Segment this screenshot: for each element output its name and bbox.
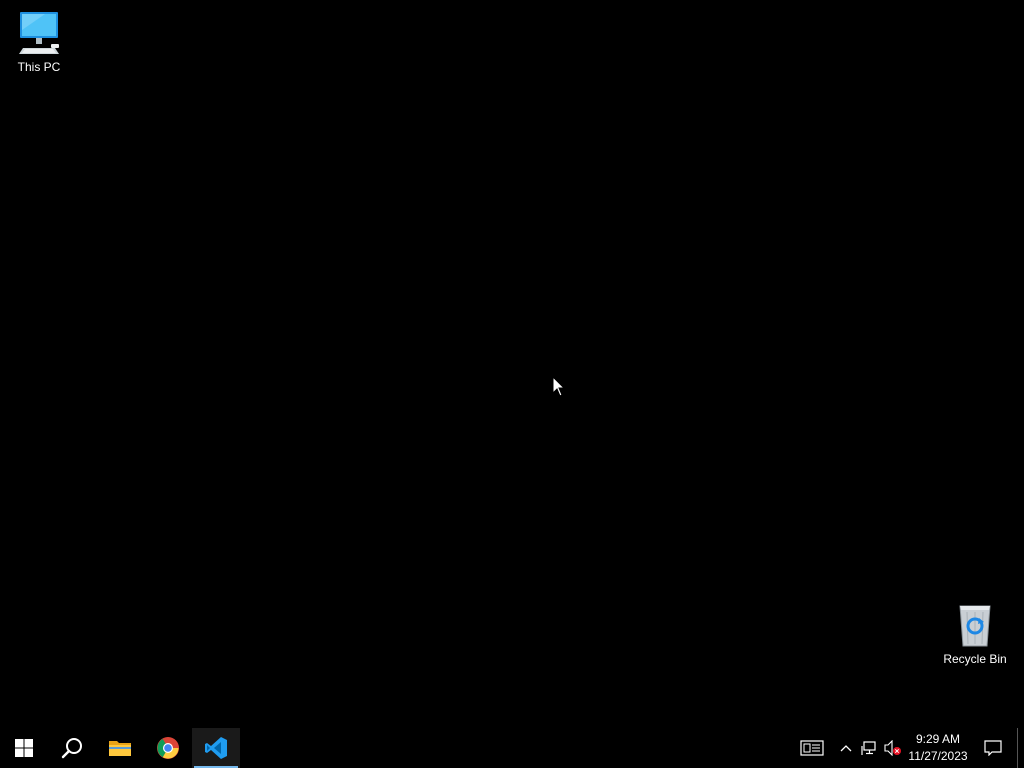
vscode-button[interactable] — [192, 728, 240, 768]
chrome-button[interactable] — [144, 728, 192, 768]
folder-icon — [109, 741, 131, 756]
taskbar: 9:29 AM 11/27/2023 — [0, 728, 1024, 768]
recycle-bin-icon — [959, 605, 991, 647]
volume-button[interactable] — [881, 728, 905, 768]
volume-muted-icon — [884, 740, 901, 756]
desktop[interactable]: This PC Recycle Bin — [0, 0, 1024, 728]
news-widget-button[interactable] — [789, 728, 835, 768]
action-center-button[interactable] — [971, 728, 1015, 768]
clock-time: 9:29 AM — [915, 732, 961, 746]
system-tray: 9:29 AM 11/27/2023 — [789, 728, 1024, 768]
show-desktop-button[interactable] — [1017, 728, 1024, 768]
file-explorer-button[interactable] — [96, 728, 144, 768]
vscode-icon — [205, 737, 227, 759]
windows-logo-icon — [15, 739, 33, 757]
desktop-icon-label: This PC — [17, 60, 61, 74]
notification-icon — [984, 740, 1002, 756]
network-button[interactable] — [857, 728, 881, 768]
search-button[interactable] — [48, 728, 96, 768]
show-hidden-icons-button[interactable] — [835, 728, 857, 768]
this-pc-icon — [19, 12, 59, 54]
mouse-cursor-icon — [552, 376, 566, 397]
clock[interactable]: 9:29 AM 11/27/2023 — [905, 728, 971, 768]
network-icon — [861, 741, 876, 755]
desktop-icon-label: Recycle Bin — [943, 652, 1007, 666]
search-icon — [61, 738, 82, 759]
desktop-icon-this-pc[interactable]: This PC — [1, 8, 77, 74]
desktop-icon-recycle-bin[interactable]: Recycle Bin — [937, 600, 1013, 666]
clock-date: 11/27/2023 — [908, 749, 968, 763]
chrome-icon — [157, 737, 179, 759]
chevron-up-icon — [840, 745, 852, 752]
start-button[interactable] — [0, 728, 48, 768]
news-widget-icon — [800, 740, 824, 756]
